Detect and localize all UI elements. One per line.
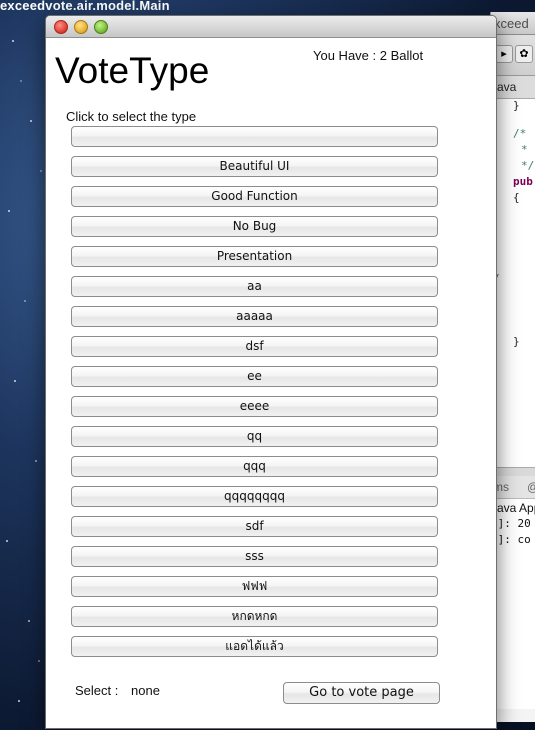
ide-code-editor[interactable]: } /* * */ pub { / } bbox=[491, 99, 535, 467]
vote-type-button[interactable]: Good Function bbox=[71, 186, 438, 207]
vote-type-button[interactable]: ฟฟฟ bbox=[71, 576, 438, 597]
code-line: */ bbox=[521, 159, 535, 172]
debug-icon[interactable]: ✿ bbox=[515, 45, 533, 63]
vote-type-list: Beautiful UI Good Function No Bug Presen… bbox=[71, 126, 439, 666]
ide-title: xceed bbox=[494, 16, 529, 31]
ide-editor-tab-label: ava bbox=[497, 80, 517, 94]
ide-titlebar: xceed bbox=[491, 12, 535, 35]
ide-toolbar: ▸ ✿ bbox=[491, 35, 535, 76]
vote-type-button[interactable]: Presentation bbox=[71, 246, 438, 267]
ballot-count: You Have : 2 Ballot bbox=[313, 48, 424, 63]
vote-type-button[interactable]: แอดได้แล้ว bbox=[71, 636, 438, 657]
votetype-window: VoteType You Have : 2 Ballot Click to se… bbox=[45, 15, 497, 729]
vote-type-button[interactable]: ee bbox=[71, 366, 438, 387]
code-line: } bbox=[513, 335, 520, 348]
vote-type-button[interactable]: sdf bbox=[71, 516, 438, 537]
vote-type-button[interactable]: หกดหกด bbox=[71, 606, 438, 627]
vote-type-button[interactable]: Beautiful UI bbox=[71, 156, 438, 177]
instructions-label: Click to select the type bbox=[66, 109, 197, 124]
code-line: * bbox=[521, 143, 528, 156]
vote-type-button[interactable]: qq bbox=[71, 426, 438, 447]
vote-type-button[interactable]: eeee bbox=[71, 396, 438, 417]
ide-console-tabbar: ms @ bbox=[491, 476, 535, 499]
run-config-icon[interactable]: ▸ bbox=[495, 45, 513, 63]
app-menu-title: exceedvote.air.model.Main bbox=[0, 0, 170, 13]
zoom-window-button[interactable] bbox=[94, 20, 108, 34]
close-window-button[interactable] bbox=[54, 20, 68, 34]
vote-type-button[interactable]: dsf bbox=[71, 336, 438, 357]
code-line: { bbox=[513, 191, 520, 204]
vote-type-button[interactable]: qqq bbox=[71, 456, 438, 477]
vote-type-button[interactable]: No Bug bbox=[71, 216, 438, 237]
vote-type-button[interactable] bbox=[71, 126, 438, 147]
selected-type-value: none bbox=[131, 683, 160, 698]
minimize-window-button[interactable] bbox=[74, 20, 88, 34]
code-line: } bbox=[513, 99, 520, 112]
console-line: Java App bbox=[491, 501, 535, 515]
ide-editor-tab[interactable]: ava bbox=[491, 76, 535, 99]
go-to-vote-page-button[interactable]: Go to vote page bbox=[283, 682, 440, 704]
vote-type-button[interactable]: aa bbox=[71, 276, 438, 297]
page-title: VoteType bbox=[55, 50, 210, 91]
select-label: Select : bbox=[75, 683, 119, 698]
window-titlebar[interactable] bbox=[46, 16, 496, 38]
ide-console-tab-extra[interactable]: @ bbox=[527, 480, 535, 494]
code-line: /* bbox=[513, 127, 527, 140]
ide-console: Java App o]: 20 o]: co bbox=[491, 499, 535, 709]
vote-type-button[interactable]: sss bbox=[71, 546, 438, 567]
code-line: pub bbox=[513, 175, 533, 188]
vote-type-button[interactable]: qqqqqqqq bbox=[71, 486, 438, 507]
vote-type-button[interactable]: aaaaa bbox=[71, 306, 438, 327]
